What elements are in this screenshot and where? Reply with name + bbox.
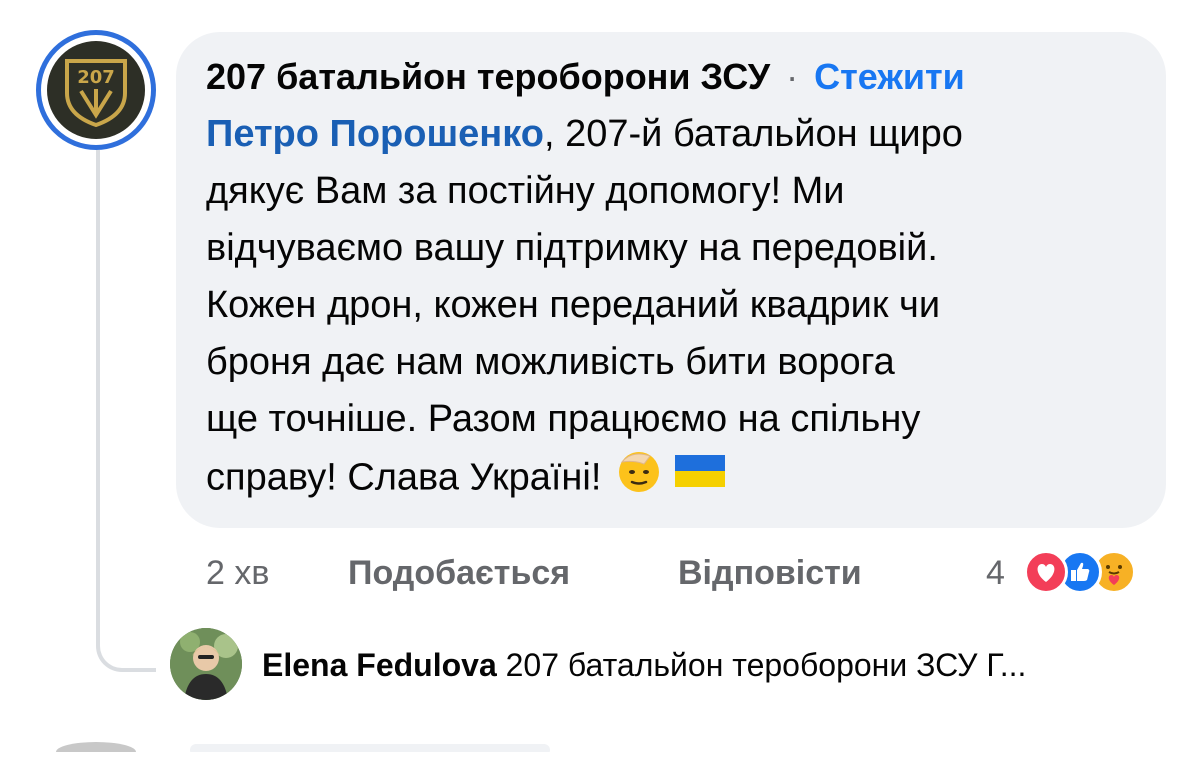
svg-text:207: 207 xyxy=(77,67,115,88)
separator-dot: · xyxy=(786,56,799,97)
comment-line: Петро Порошенко, 207-й батальйон щиро xyxy=(206,113,963,155)
comment-line: ще точніше. Разом працюємо на спільну xyxy=(206,398,921,440)
comment-line: Кожен дрон, кожен переданий квадрик чи xyxy=(206,284,941,326)
comment-header: 207 батальйон тероборони ЗСУ · Стежити xyxy=(206,54,1136,100)
mention-link[interactable]: Петро Порошенко xyxy=(206,113,544,155)
comment-timestamp[interactable]: 2 хв xyxy=(206,548,269,598)
comment-line: дякує Вам за постійну допомогу! Ми xyxy=(206,170,845,212)
reply-author-name[interactable]: Elena Fedulova xyxy=(262,647,497,683)
comment-line: броня дає нам можливість бити ворога xyxy=(206,341,895,383)
comment-author-name[interactable]: 207 батальйон тероборони ЗСУ xyxy=(206,56,770,97)
comment-line: відчуваємо вашу підтримку на передовій. xyxy=(206,227,938,269)
reply-button[interactable]: Відповісти xyxy=(678,548,862,598)
battalion-emblem-icon: 207 xyxy=(47,41,145,139)
reply-preview-text: 207 батальйон тероборони ЗСУ Г... xyxy=(505,647,1027,683)
love-reaction-icon xyxy=(1024,550,1068,594)
comment-text: Петро Порошенко, 207-й батальйон щиро дя… xyxy=(206,106,1136,511)
comment-bubble: 207 батальйон тероборони ЗСУ · Стежити П… xyxy=(176,32,1166,528)
like-button[interactable]: Подобається xyxy=(348,548,570,598)
reply-preview-row[interactable]: Elena Fedulova 207 батальйон тероборони … xyxy=(170,628,1200,708)
follow-button[interactable]: Стежити xyxy=(814,56,965,97)
comment-line: справу! Слава Україні! xyxy=(206,448,1136,511)
reply-preview: Elena Fedulova 207 батальйон тероборони … xyxy=(262,640,1026,690)
next-comment-edge xyxy=(0,736,1200,757)
elena-fedulova-avatar[interactable] xyxy=(170,628,242,700)
battalion-avatar[interactable]: 207 xyxy=(36,30,156,150)
ukraine-flag-icon xyxy=(673,451,727,508)
reaction-count: 4 xyxy=(986,554,1005,592)
thread-connector-line xyxy=(96,150,156,672)
saluting-face-icon xyxy=(616,448,662,511)
